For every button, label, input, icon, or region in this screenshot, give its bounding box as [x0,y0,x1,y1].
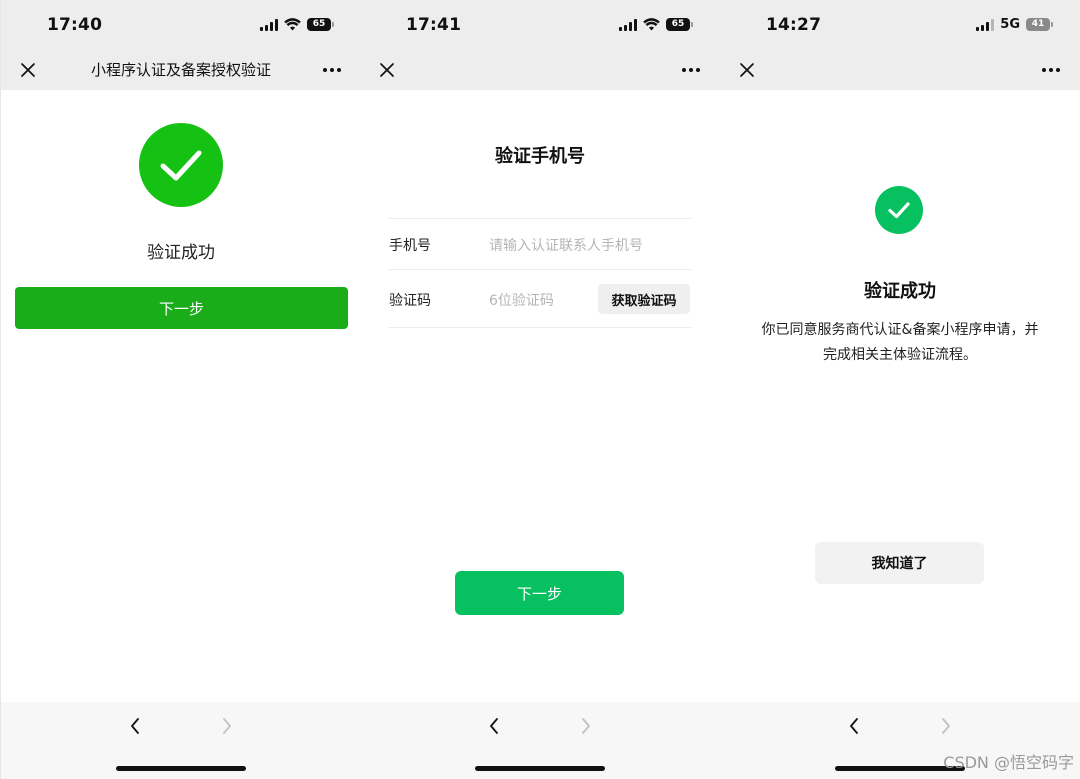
success-title: 验证成功 [147,243,215,263]
page-content: 验证成功 你已同意服务商代认证&备案小程序申请，并 完成相关主体验证流程。 我知… [720,90,1080,702]
chevron-left-icon [490,718,498,734]
nav-bar [360,50,720,90]
bottom-toolbar [1,702,360,779]
forward-button[interactable] [574,714,598,738]
status-bar: 14:27 5G 41 [720,0,1080,50]
code-input[interactable]: 6位验证码 [489,290,554,310]
signal-icon [976,18,995,31]
phone-input[interactable]: 请输入认证联系人手机号 [489,235,643,255]
wifi-icon [643,18,660,31]
status-bar: 17:40 65 [1,0,360,50]
nav-bar [720,50,1080,90]
more-icon [682,68,700,72]
description-line: 你已同意服务商代认证&备案小程序申请，并 [761,322,1039,338]
next-button[interactable]: 下一步 [15,287,348,329]
more-button[interactable] [317,58,347,82]
more-icon [323,68,341,72]
network-type: 5G [1000,16,1020,32]
chevron-right-icon [223,718,231,734]
phone-screen-3: 14:27 5G 41 验证成功 你已同意服务商代认证&备案小程序申请，并 完成… [720,0,1080,779]
get-code-button[interactable]: 获取验证码 [598,284,690,314]
page-content: 验证手机号 手机号 请输入认证联系人手机号 验证码 6位验证码 获取验证码 下一… [360,90,720,702]
chevron-left-icon [131,718,139,734]
success-title: 验证成功 [864,281,936,302]
phone-screen-2: 17:41 65 验证手机号 手机号 请输入认证联系人手机号 验证码 6位验证码… [360,0,720,779]
page-content: 验证成功 下一步 [1,90,360,702]
signal-icon [260,18,278,31]
close-icon [380,63,394,77]
success-description: 你已同意服务商代认证&备案小程序申请，并 完成相关主体验证流程。 [740,318,1060,368]
back-button[interactable] [842,714,866,738]
status-indicators: 65 [260,18,334,31]
form-divider [388,327,691,328]
status-time: 14:27 [766,15,822,35]
home-indicator[interactable] [116,766,246,771]
battery-icon: 65 [307,18,334,31]
close-button[interactable] [15,57,41,83]
status-time: 17:41 [406,15,462,35]
nav-bar: 小程序认证及备案授权验证 [1,50,360,90]
more-button[interactable] [1036,58,1066,82]
form-divider [388,218,691,219]
description-line: 完成相关主体验证流程。 [823,347,977,363]
chevron-right-icon [942,718,950,734]
chevron-left-icon [850,718,858,734]
bottom-toolbar [360,702,720,779]
forward-button[interactable] [215,714,239,738]
wifi-icon [284,18,301,31]
chevron-right-icon [582,718,590,734]
forward-button[interactable] [934,714,958,738]
phone-screen-1: 17:40 65 小程序认证及备案授权验证 验证成功 下一步 [0,0,360,779]
battery-icon: 41 [1026,18,1053,31]
back-button[interactable] [123,714,147,738]
page-title: 小程序认证及备案授权验证 [90,61,271,79]
more-icon [1042,68,1060,72]
success-check-icon [875,186,923,234]
status-bar: 17:41 65 [360,0,720,50]
next-button[interactable]: 下一步 [455,571,624,615]
status-time: 17:40 [47,15,103,35]
home-indicator[interactable] [475,766,605,771]
more-button[interactable] [676,58,706,82]
signal-icon [619,18,637,31]
back-button[interactable] [482,714,506,738]
close-button[interactable] [734,57,760,83]
status-indicators: 5G 41 [976,16,1053,32]
close-button[interactable] [374,57,400,83]
success-check-icon [139,123,223,207]
close-icon [21,63,35,77]
status-indicators: 65 [619,18,693,31]
watermark: CSDN @悟空码字 [943,753,1074,772]
battery-icon: 65 [666,18,693,31]
close-icon [740,63,754,77]
phone-label: 手机号 [389,238,431,254]
form-divider [388,269,691,270]
got-it-button[interactable]: 我知道了 [815,542,984,584]
verify-phone-title: 验证手机号 [495,146,585,167]
code-label: 验证码 [389,293,431,309]
